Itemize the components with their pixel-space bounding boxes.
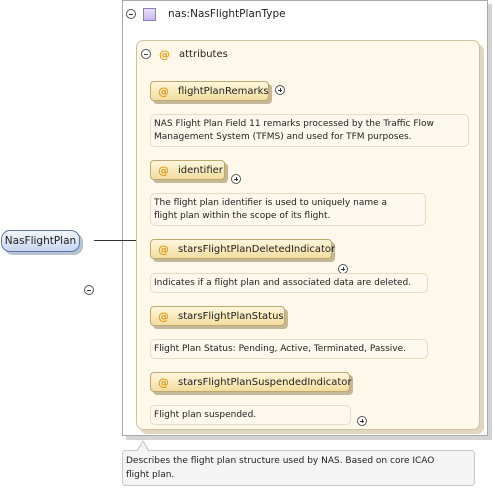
attribute-icon: @ <box>158 375 169 389</box>
attributes-header: @ attributes <box>141 47 228 61</box>
connector-line <box>94 240 136 241</box>
attribute-name: flightPlanRemarks <box>178 85 269 97</box>
doc-line: Management System (TFMS) and used for TF… <box>154 132 412 142</box>
attribute-name: starsFlightPlanSuspendedIndicator <box>178 376 352 388</box>
attribute-documentation: Flight plan suspended. <box>150 405 351 425</box>
attribute-icon: @ <box>158 242 169 256</box>
attribute-icon: @ <box>158 163 169 177</box>
doc-line: The flight plan identifier is used to un… <box>154 198 388 208</box>
attribute-starsFlightPlanSuspendedIndicator[interactable]: @ starsFlightPlanSuspendedIndicator <box>150 372 352 392</box>
attribute-flightPlanRemarks[interactable]: @ flightPlanRemarks <box>150 81 269 101</box>
collapse-type-icon[interactable] <box>126 9 136 19</box>
attribute-starsFlightPlanDeletedIndicator[interactable]: @ starsFlightPlanDeletedIndicator <box>150 239 336 259</box>
attribute-name: starsFlightPlanStatus <box>178 310 284 322</box>
doc-line: flight plan. <box>126 470 175 480</box>
attribute-icon: @ <box>158 309 169 323</box>
attribute-documentation: NAS Flight Plan Field 11 remarks process… <box>150 114 469 147</box>
doc-line: flight plan within the scope of its flig… <box>154 211 331 221</box>
collapse-attributes-icon[interactable] <box>141 49 151 59</box>
root-element-name: NasFlightPlan <box>4 235 77 247</box>
collapse-root-icon[interactable] <box>84 285 94 295</box>
attribute-documentation: The flight plan identifier is used to un… <box>150 193 426 226</box>
doc-pointer-inner <box>138 442 148 451</box>
doc-line: Flight Plan Status: Pending, Active, Ter… <box>154 344 406 354</box>
type-name: nas:NasFlightPlanType <box>168 8 286 20</box>
doc-line: Describes the flight plan structure used… <box>126 456 435 466</box>
expand-starsFlightPlanSuspendedIndicator-icon[interactable] <box>357 416 367 426</box>
expand-flightPlanRemarks-icon[interactable] <box>275 85 285 95</box>
element-documentation: Describes the flight plan structure used… <box>122 450 475 486</box>
doc-line: Indicates if a flight plan and associate… <box>154 278 412 288</box>
attribute-icon: @ <box>158 84 169 98</box>
doc-line: NAS Flight Plan Field 11 remarks process… <box>154 119 434 129</box>
attribute-name: starsFlightPlanDeletedIndicator <box>178 243 336 255</box>
complex-type-icon <box>143 7 156 21</box>
expand-identifier-icon[interactable] <box>231 174 241 184</box>
attribute-identifier[interactable]: @ identifier <box>150 160 225 180</box>
attributes-label: attributes <box>179 48 228 60</box>
attribute-documentation: Indicates if a flight plan and associate… <box>150 273 428 293</box>
type-header: nas:NasFlightPlanType <box>126 6 286 22</box>
attribute-group-icon: @ <box>159 47 170 61</box>
doc-line: Flight plan suspended. <box>154 410 257 420</box>
attribute-name: identifier <box>178 164 223 176</box>
attribute-documentation: Flight Plan Status: Pending, Active, Ter… <box>150 339 428 359</box>
attribute-starsFlightPlanStatus[interactable]: @ starsFlightPlanStatus <box>150 306 285 326</box>
root-element[interactable]: NasFlightPlan <box>1 230 80 252</box>
